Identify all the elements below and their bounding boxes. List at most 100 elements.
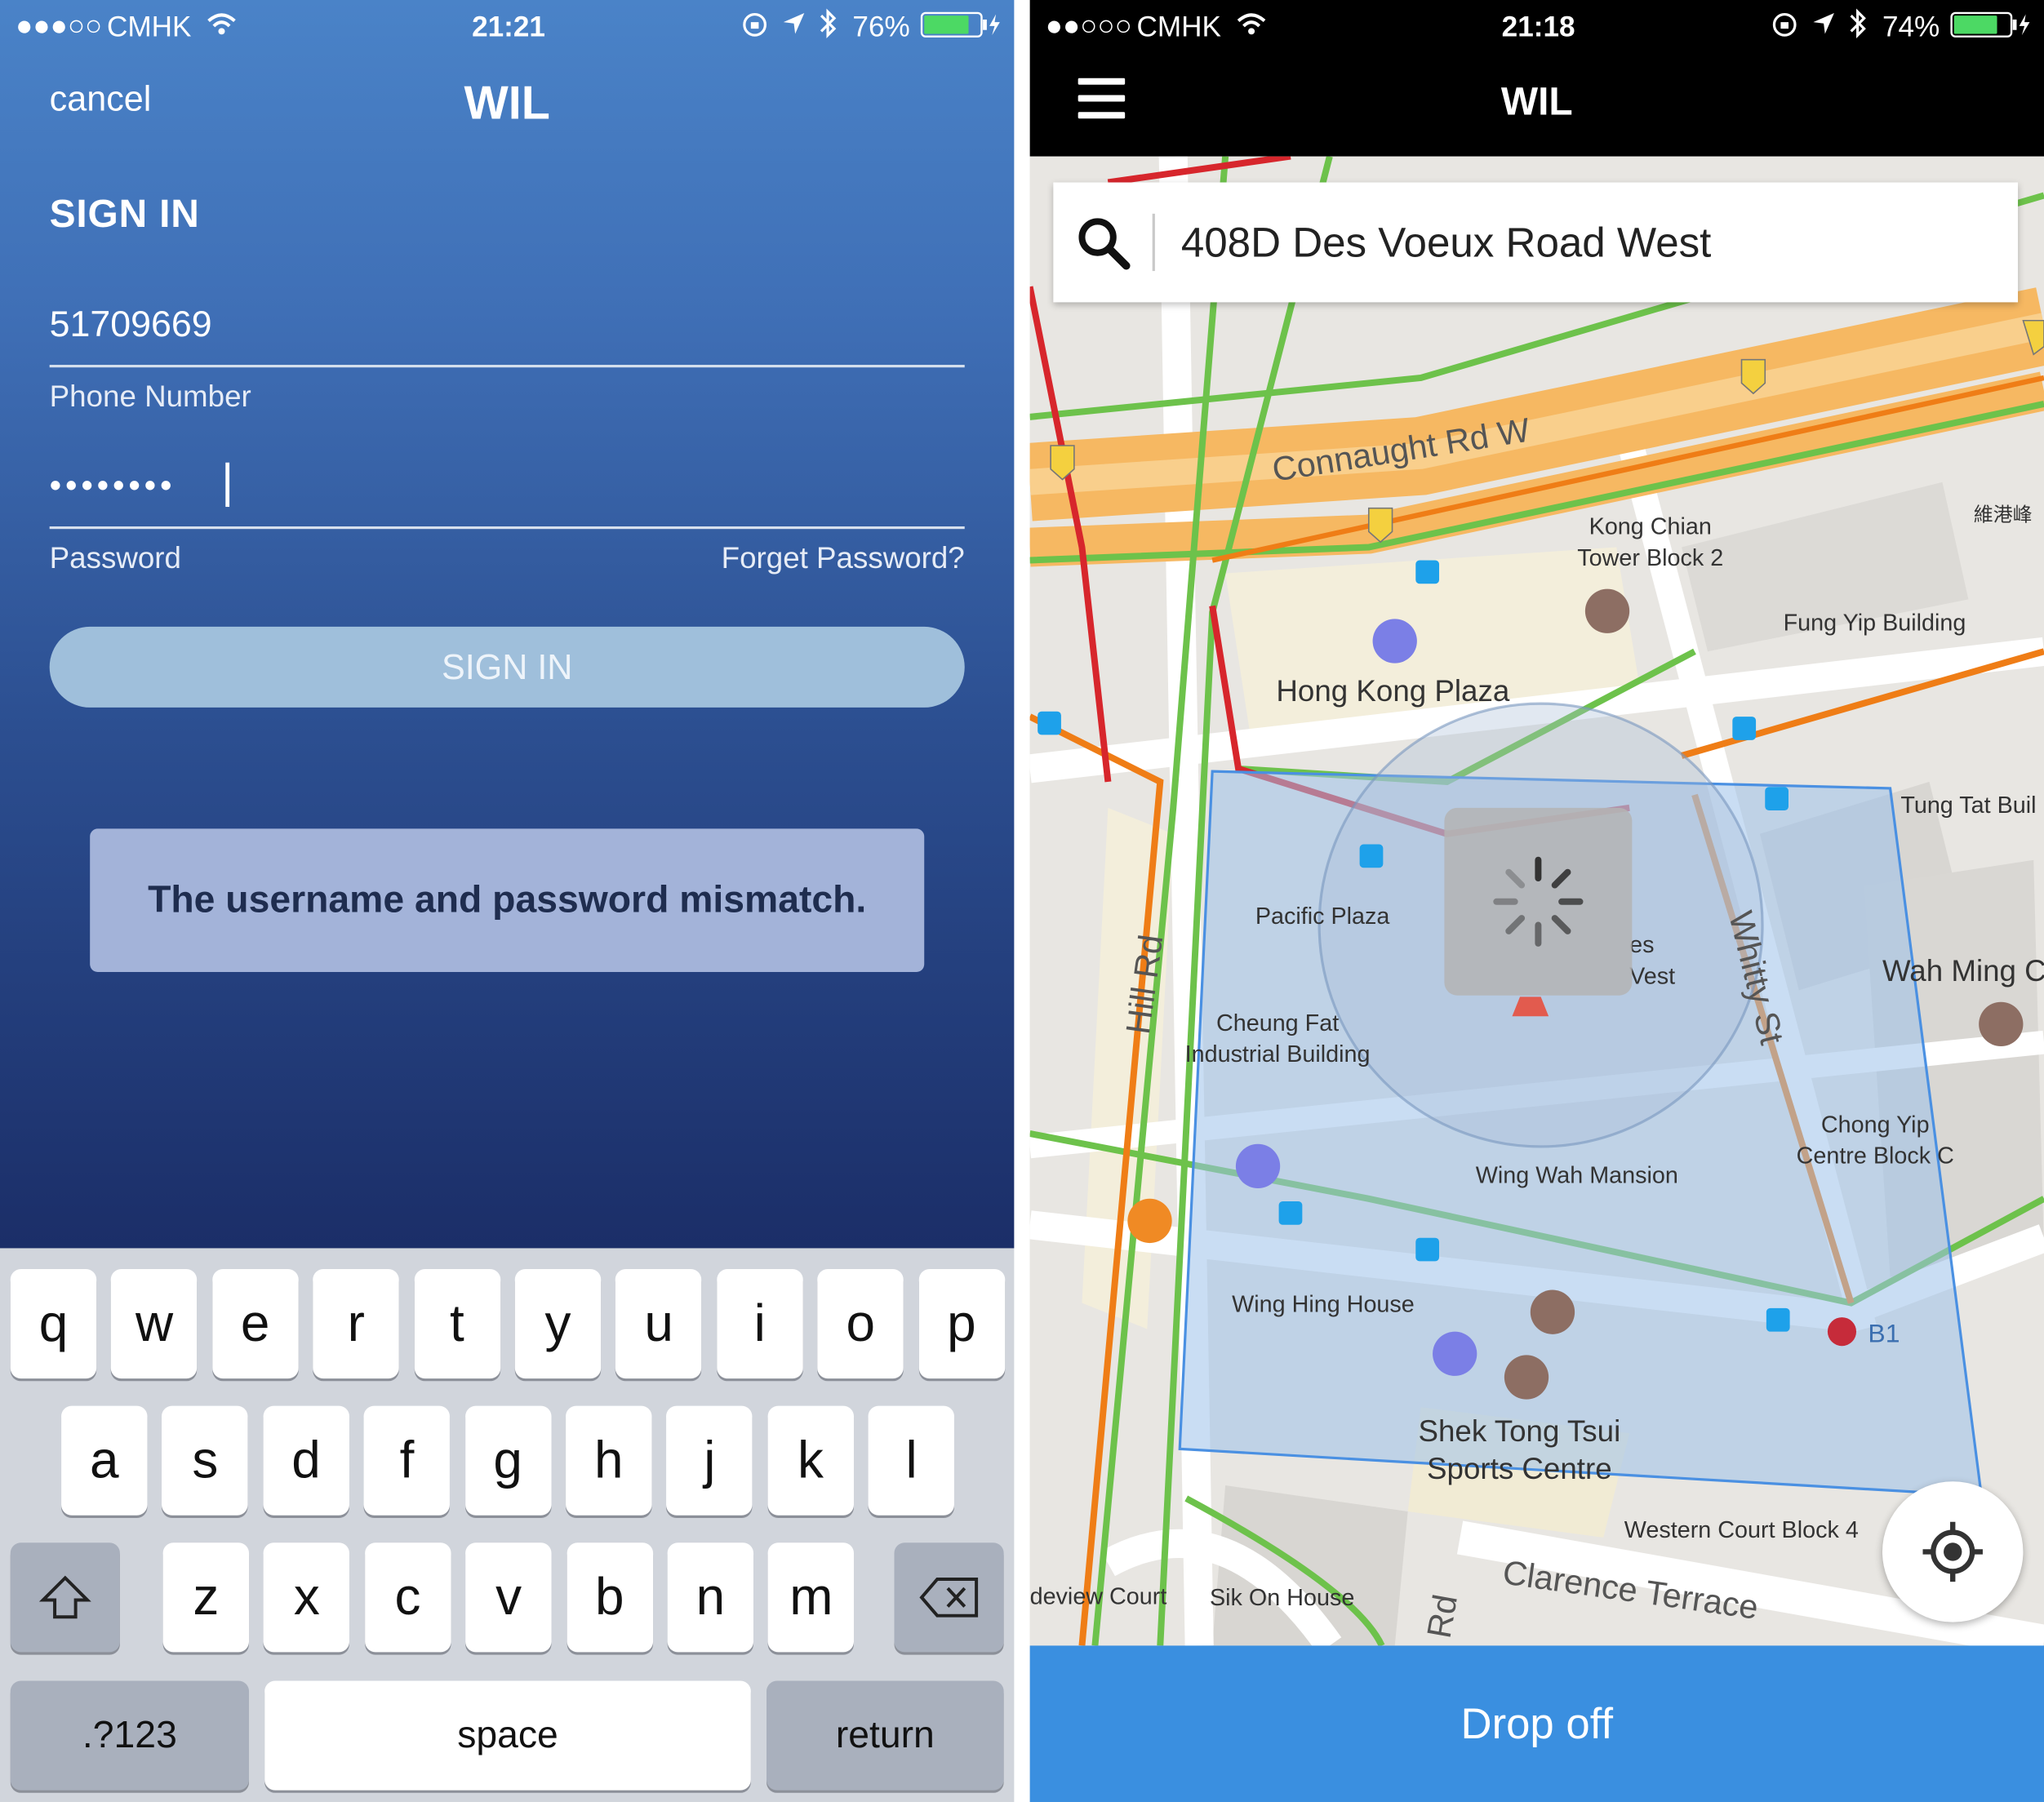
backspace-icon bbox=[919, 1577, 979, 1618]
key-u[interactable]: u bbox=[615, 1269, 702, 1379]
battery-icon bbox=[920, 11, 1000, 38]
password-input[interactable]: •••••••• bbox=[50, 465, 176, 505]
numbers-key[interactable]: .?123 bbox=[10, 1680, 250, 1791]
key-t[interactable]: t bbox=[414, 1269, 500, 1379]
key-v[interactable]: v bbox=[465, 1542, 552, 1653]
key-y[interactable]: y bbox=[514, 1269, 602, 1379]
place-wing-wah: Wing Wah Mansion bbox=[1475, 1162, 1678, 1189]
shift-key[interactable] bbox=[10, 1542, 120, 1653]
place-wing-hing: Wing Hing House bbox=[1232, 1291, 1415, 1318]
bluetooth-icon bbox=[820, 8, 837, 38]
key-p[interactable]: p bbox=[918, 1269, 1005, 1379]
road-label-rd: Rd bbox=[1419, 1591, 1465, 1641]
crosshair-icon bbox=[1922, 1521, 1983, 1582]
key-j[interactable]: j bbox=[666, 1405, 753, 1516]
error-toast: The username and password mismatch. bbox=[90, 828, 925, 973]
wifi-icon bbox=[207, 13, 236, 35]
book-icon bbox=[1530, 1289, 1575, 1334]
place-shek-tong-tsui: Shek Tong Tsui Sports Centre bbox=[1418, 1414, 1621, 1486]
key-n[interactable]: n bbox=[667, 1542, 754, 1653]
place-deview-court: deview Court bbox=[1029, 1582, 1167, 1609]
key-l[interactable]: l bbox=[868, 1405, 955, 1516]
spinner-icon bbox=[1493, 856, 1584, 947]
loading-indicator bbox=[1444, 807, 1633, 996]
phone-number-input[interactable]: 51709669 bbox=[50, 304, 212, 345]
restaurant-icon bbox=[1127, 1198, 1172, 1244]
status-time: 21:21 bbox=[472, 10, 545, 43]
place-kong-chian: Kong Chian Tower Block 2 bbox=[1577, 513, 1724, 571]
phone-underline bbox=[49, 365, 965, 368]
place-hk-plaza: Hong Kong Plaza bbox=[1276, 673, 1510, 708]
key-i[interactable]: i bbox=[716, 1269, 803, 1379]
key-m[interactable]: m bbox=[768, 1542, 855, 1653]
forgot-password-link[interactable]: Forget Password? bbox=[651, 541, 965, 576]
my-location-button[interactable] bbox=[1882, 1481, 2024, 1622]
place-des-voeux-west: es Vest bbox=[1629, 931, 1676, 989]
key-r[interactable]: r bbox=[313, 1269, 399, 1379]
keyboard: qwertyuiop asdfghjkl zxcvbnm .?123 space… bbox=[0, 1248, 1015, 1802]
return-key[interactable]: return bbox=[766, 1680, 1004, 1791]
signin-background bbox=[0, 0, 1015, 1249]
place-fung-yip: Fung Yip Building bbox=[1783, 610, 1966, 637]
battery-percent: 76% bbox=[852, 10, 910, 43]
location-arrow-icon bbox=[783, 12, 805, 34]
place-western-court: Western Court Block 4 bbox=[1624, 1516, 1859, 1543]
carrier-label: CMHK bbox=[1136, 10, 1221, 43]
battery-icon bbox=[1950, 11, 2030, 38]
space-key[interactable]: space bbox=[264, 1680, 751, 1791]
signin-screen: ●●●○○ CMHK 21:21 76% cancel WIL SIGN IN bbox=[0, 0, 1015, 1802]
place-chong-yip: Chong Yip Centre Block C bbox=[1796, 1111, 1954, 1170]
signin-heading: SIGN IN bbox=[49, 193, 200, 236]
battery-percent: 74% bbox=[1882, 10, 1940, 43]
key-z[interactable]: z bbox=[162, 1542, 250, 1653]
key-k[interactable]: k bbox=[767, 1405, 854, 1516]
key-x[interactable]: x bbox=[264, 1542, 350, 1653]
bluetooth-icon bbox=[1850, 8, 1866, 38]
parking-icon bbox=[1584, 588, 1630, 633]
signal-dots-icon: ●●●○○ bbox=[16, 9, 103, 42]
key-a[interactable]: a bbox=[61, 1405, 148, 1516]
map-screen: Connaught Rd W Hill Rd Whitty St Clarenc… bbox=[1029, 0, 2044, 1802]
place-wah-ming: Wah Ming C bbox=[1882, 953, 2044, 988]
drop-off-button[interactable]: Drop off bbox=[1029, 1645, 2044, 1802]
key-w[interactable]: w bbox=[111, 1269, 198, 1379]
signin-button[interactable]: SIGN IN bbox=[49, 626, 965, 708]
key-s[interactable]: s bbox=[162, 1405, 249, 1516]
signal-dots-icon: ●●○○○ bbox=[1045, 9, 1132, 42]
mtr-exit-label: B1 bbox=[1868, 1320, 1900, 1349]
place-sik-on: Sik On House bbox=[1209, 1584, 1355, 1611]
key-c[interactable]: c bbox=[364, 1542, 451, 1653]
search-divider bbox=[1152, 213, 1155, 272]
key-b[interactable]: b bbox=[567, 1542, 653, 1653]
text-cursor bbox=[225, 462, 230, 508]
status-time: 21:18 bbox=[1501, 10, 1575, 43]
mtr-icon bbox=[1827, 1317, 1857, 1347]
app-title: WIL bbox=[464, 75, 550, 130]
carrier-label: CMHK bbox=[106, 10, 192, 43]
shift-arrow-icon bbox=[38, 1575, 91, 1619]
app-title: WIL bbox=[1500, 80, 1573, 124]
location-arrow-icon bbox=[1813, 12, 1834, 34]
key-d[interactable]: d bbox=[263, 1405, 349, 1516]
search-icon bbox=[1078, 218, 1131, 270]
place-tung-tat: Tung Tat Buil bbox=[1900, 792, 2037, 819]
key-f[interactable]: f bbox=[363, 1405, 451, 1516]
key-o[interactable]: o bbox=[817, 1269, 904, 1379]
wifi-icon bbox=[1237, 13, 1266, 35]
key-h[interactable]: h bbox=[566, 1405, 652, 1516]
rotation-lock-icon bbox=[743, 12, 767, 37]
address-search-input[interactable]: 408D Des Voeux Road West bbox=[1181, 219, 1712, 267]
money-icon bbox=[1235, 1143, 1281, 1189]
rotation-lock-icon bbox=[1772, 12, 1797, 37]
password-label: Password bbox=[49, 540, 181, 575]
place-victoria-harbour: 維港峰 bbox=[1973, 504, 2033, 526]
place-cheung-fat: Cheung Fat Industrial Building bbox=[1184, 1010, 1371, 1067]
key-e[interactable]: e bbox=[211, 1269, 299, 1379]
key-g[interactable]: g bbox=[464, 1405, 551, 1516]
password-underline bbox=[49, 526, 965, 530]
place-pacific-plaza: Pacific Plaza bbox=[1255, 903, 1390, 930]
phone-number-label: Phone Number bbox=[49, 379, 251, 414]
address-search-bar[interactable]: 408D Des Voeux Road West bbox=[1053, 182, 2019, 303]
key-q[interactable]: q bbox=[10, 1269, 97, 1379]
backspace-key[interactable] bbox=[894, 1542, 1004, 1653]
